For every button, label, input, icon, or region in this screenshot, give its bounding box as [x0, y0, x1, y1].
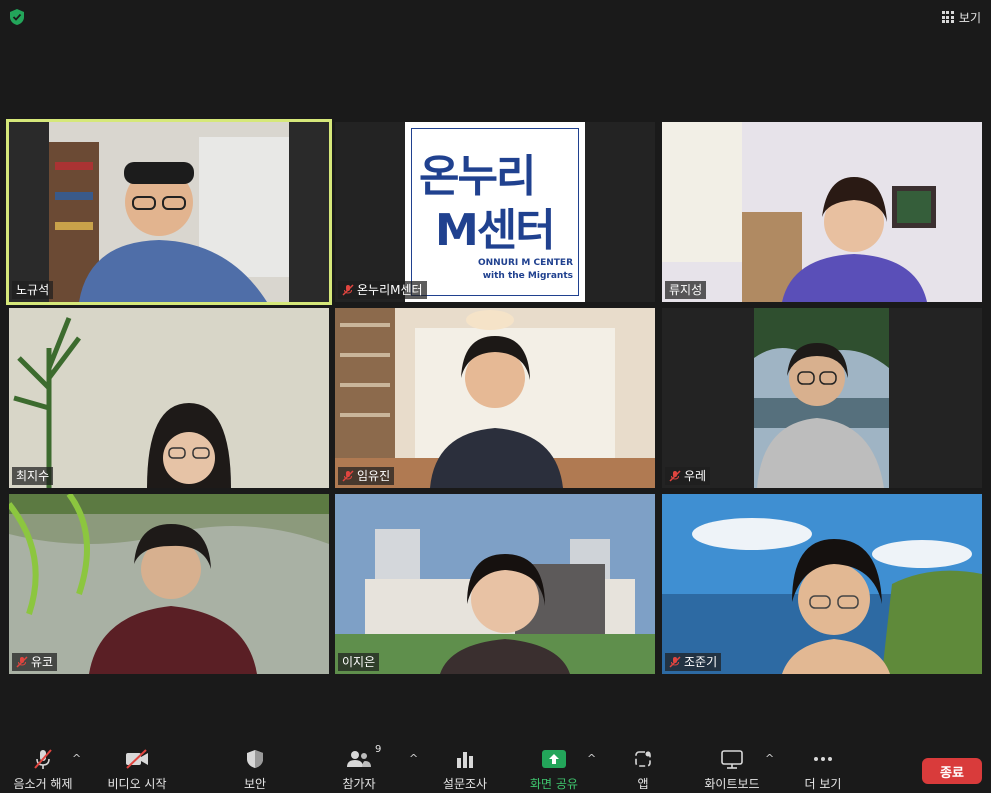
share-screen-label: 화면 공유	[530, 777, 578, 791]
participant-video	[9, 122, 329, 302]
share-screen-icon	[542, 750, 566, 768]
participant-name: 온누리M센터	[357, 283, 423, 297]
participants-icon	[347, 751, 371, 767]
participant-video	[9, 494, 329, 674]
video-tile-participant-9[interactable]: 조준기	[662, 494, 982, 674]
bar-chart-icon	[457, 752, 473, 768]
participant-video	[662, 494, 982, 674]
participant-video	[335, 494, 655, 674]
participant-name-tag: 조준기	[665, 653, 722, 671]
apps-icon	[635, 751, 651, 767]
participant-name: 우레	[684, 469, 707, 483]
start-video-button[interactable]: 비디오 시작	[102, 746, 172, 792]
more-button[interactable]: 더 보기	[800, 746, 846, 792]
participants-options-caret[interactable]: ^	[409, 752, 418, 765]
muted-mic-icon	[669, 470, 681, 482]
participant-name-tag: 노규석	[12, 281, 54, 299]
video-tile-participant-3[interactable]: 류지성	[662, 122, 982, 302]
participants-count: 9	[375, 744, 382, 755]
view-label: 보기	[958, 10, 981, 25]
shield-check-icon[interactable]	[8, 8, 26, 26]
participant-name: 조준기	[684, 655, 718, 669]
muted-mic-icon	[34, 749, 52, 769]
participant-name-tag: 이지은	[338, 653, 380, 671]
participants-button[interactable]: 9 참가자	[336, 744, 382, 792]
participant-name: 최지수	[16, 469, 50, 483]
participant-name-tag: 임유진	[338, 467, 395, 485]
participant-name-tag: 최지수	[12, 467, 54, 485]
unmute-button[interactable]: 음소거 해제	[8, 746, 78, 792]
participant-name: 이지은	[342, 655, 376, 669]
view-button[interactable]: 보기	[941, 8, 981, 26]
participant-video	[662, 308, 982, 488]
whiteboard-icon	[721, 750, 743, 769]
polls-button[interactable]: 설문조사	[440, 746, 490, 792]
meeting-toolbar: 음소거 해제 ^ 비디오 시작 보안 9 참가자 ^ 설문조사 화면 공유 ^ …	[0, 740, 991, 793]
participant-video	[9, 308, 329, 488]
video-tile-participant-2[interactable]: 온누리 M센터 ONNURI M CENTER with the Migrant…	[335, 122, 655, 302]
whiteboard-options-caret[interactable]: ^	[765, 752, 774, 765]
end-meeting-button[interactable]: 종료	[922, 758, 982, 784]
logo-title-line2: M센터	[435, 205, 556, 256]
participant-name: 노규석	[16, 283, 50, 297]
video-tile-participant-1[interactable]: 노규석	[6, 119, 332, 305]
participant-name-tag: 류지성	[665, 281, 707, 299]
participant-name-tag: 우레	[665, 467, 711, 485]
share-screen-button[interactable]: 화면 공유	[526, 746, 582, 792]
security-label: 보안	[243, 777, 267, 791]
security-button[interactable]: 보안	[238, 746, 272, 792]
logo-subtitle-en: ONNURI M CENTER	[477, 258, 573, 268]
video-off-icon	[126, 749, 148, 769]
participant-name: 임유진	[357, 469, 391, 483]
muted-mic-icon	[669, 656, 681, 668]
more-label: 더 보기	[804, 777, 842, 791]
unmute-label: 음소거 해제	[13, 777, 73, 791]
polls-label: 설문조사	[442, 777, 488, 791]
more-dots-icon	[814, 757, 832, 761]
participant-name: 유코	[31, 655, 54, 669]
shield-icon	[247, 750, 263, 768]
logo-subtitle-en2: with the Migrants	[482, 271, 573, 281]
whiteboard-button[interactable]: 화이트보드	[700, 746, 764, 792]
audio-options-caret[interactable]: ^	[72, 752, 81, 765]
apps-button[interactable]: 앱	[630, 746, 656, 792]
video-tile-participant-6[interactable]: 우레	[662, 308, 982, 488]
participant-name-tag: 온누리M센터	[338, 281, 427, 299]
whiteboard-label: 화이트보드	[704, 777, 760, 791]
video-tile-participant-4[interactable]: 최지수	[9, 308, 329, 488]
onnuri-logo: 온누리 M센터 ONNURI M CENTER with the Migrant…	[405, 122, 585, 302]
muted-mic-icon	[342, 470, 354, 482]
logo-panel: 온누리 M센터 ONNURI M CENTER with the Migrant…	[335, 122, 655, 302]
muted-mic-icon	[342, 284, 354, 296]
participants-label: 참가자	[342, 777, 376, 791]
participant-name: 류지성	[669, 283, 703, 297]
participant-video	[662, 122, 982, 302]
video-tile-participant-8[interactable]: 이지은	[335, 494, 655, 674]
start-video-label: 비디오 시작	[107, 777, 167, 791]
muted-mic-icon	[16, 656, 28, 668]
share-options-caret[interactable]: ^	[587, 752, 596, 765]
participant-name-tag: 유코	[12, 653, 58, 671]
participant-video	[335, 308, 655, 488]
video-tile-participant-7[interactable]: 유코	[9, 494, 329, 674]
apps-label: 앱	[637, 777, 649, 791]
grid-icon	[941, 11, 954, 23]
video-tile-participant-5[interactable]: 임유진	[335, 308, 655, 488]
